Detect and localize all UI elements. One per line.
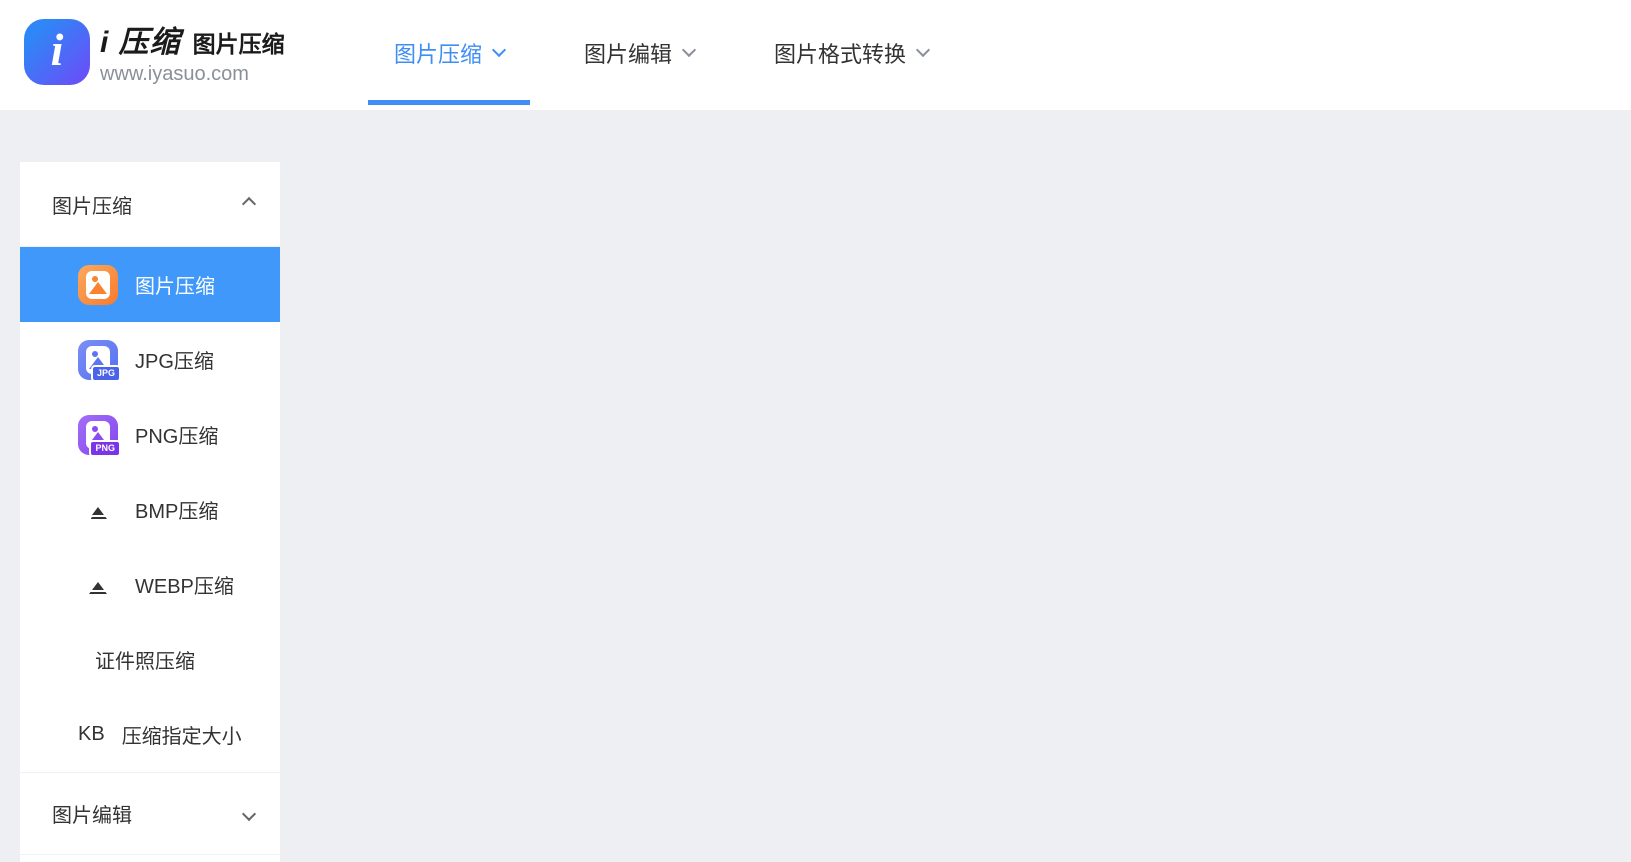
kb-folder-icon: KB bbox=[78, 723, 105, 746]
image-compress-icon bbox=[78, 265, 118, 305]
sidebar-item-jpg-compress[interactable]: JPG JPG压缩 bbox=[20, 322, 280, 397]
jpg-file-icon: JPG bbox=[78, 340, 118, 380]
sidebar-item-id-photo-compress[interactable]: 证件照压缩 bbox=[20, 622, 280, 697]
main-nav: 图片压缩 图片编辑 图片格式转换 bbox=[368, 0, 954, 105]
sidebar-item-webp-compress[interactable]: WEBP WEBP压缩 bbox=[20, 547, 280, 622]
sidebar-item-label: 证件照压缩 bbox=[95, 645, 195, 674]
sidebar-item-png-compress[interactable]: PNG PNG压缩 bbox=[20, 397, 280, 472]
sidebar-item-label: PNG压缩 bbox=[135, 420, 218, 449]
nav-item-label: 图片格式转换 bbox=[774, 37, 906, 69]
brand-url: www.iyasuo.com bbox=[100, 63, 285, 86]
chevron-down-icon bbox=[682, 42, 696, 56]
nav-item-image-edit[interactable]: 图片编辑 bbox=[558, 0, 720, 105]
webp-file-icon: WEBP bbox=[78, 565, 118, 605]
nav-item-label: 图片编辑 bbox=[584, 37, 672, 69]
sidebar-group-image-compress[interactable]: 图片压缩 bbox=[20, 162, 280, 247]
bmp-file-icon: BMP bbox=[78, 490, 118, 530]
sidebar-group-image-edit[interactable]: 图片编辑 bbox=[20, 772, 280, 855]
chevron-down-icon bbox=[242, 806, 256, 820]
nav-item-format-convert[interactable]: 图片格式转换 bbox=[748, 0, 954, 105]
chevron-down-icon bbox=[916, 42, 930, 56]
sidebar-item-bmp-compress[interactable]: BMP BMP压缩 bbox=[20, 472, 280, 547]
sidebar: 图片压缩 图片压缩 JPG JPG压缩 PNG PNG压缩 BMP BMP压缩 bbox=[20, 162, 280, 862]
logo-icon: i bbox=[24, 19, 90, 85]
brand-name: i 压缩 bbox=[100, 17, 181, 61]
sidebar-group-label: 图片压缩 bbox=[52, 190, 132, 219]
sidebar-item-label: BMP压缩 bbox=[135, 495, 218, 524]
sidebar-item-label: 压缩指定大小 bbox=[122, 720, 242, 749]
brand-text: i 压缩 图片压缩 www.iyasuo.com bbox=[100, 17, 285, 86]
sidebar-group-label: 图片编辑 bbox=[52, 799, 132, 828]
chevron-up-icon bbox=[242, 197, 256, 211]
top-header: i i 压缩 图片压缩 www.iyasuo.com 图片压缩 图片编辑 图片格… bbox=[0, 0, 1631, 110]
sidebar-item-label: WEBP压缩 bbox=[135, 570, 234, 599]
brand-subname: 图片压缩 bbox=[193, 25, 285, 59]
sidebar-item-label: 图片压缩 bbox=[135, 270, 215, 299]
nav-item-image-compress[interactable]: 图片压缩 bbox=[368, 0, 530, 105]
sidebar-item-label: JPG压缩 bbox=[135, 345, 214, 374]
png-file-icon: PNG bbox=[78, 415, 118, 455]
site-logo[interactable]: i i 压缩 图片压缩 www.iyasuo.com bbox=[24, 17, 285, 86]
chevron-down-icon bbox=[492, 42, 506, 56]
nav-item-label: 图片压缩 bbox=[394, 37, 482, 69]
sidebar-item-image-compress[interactable]: 图片压缩 bbox=[20, 247, 280, 322]
sidebar-item-compress-to-size[interactable]: KB 压缩指定大小 bbox=[20, 697, 280, 772]
